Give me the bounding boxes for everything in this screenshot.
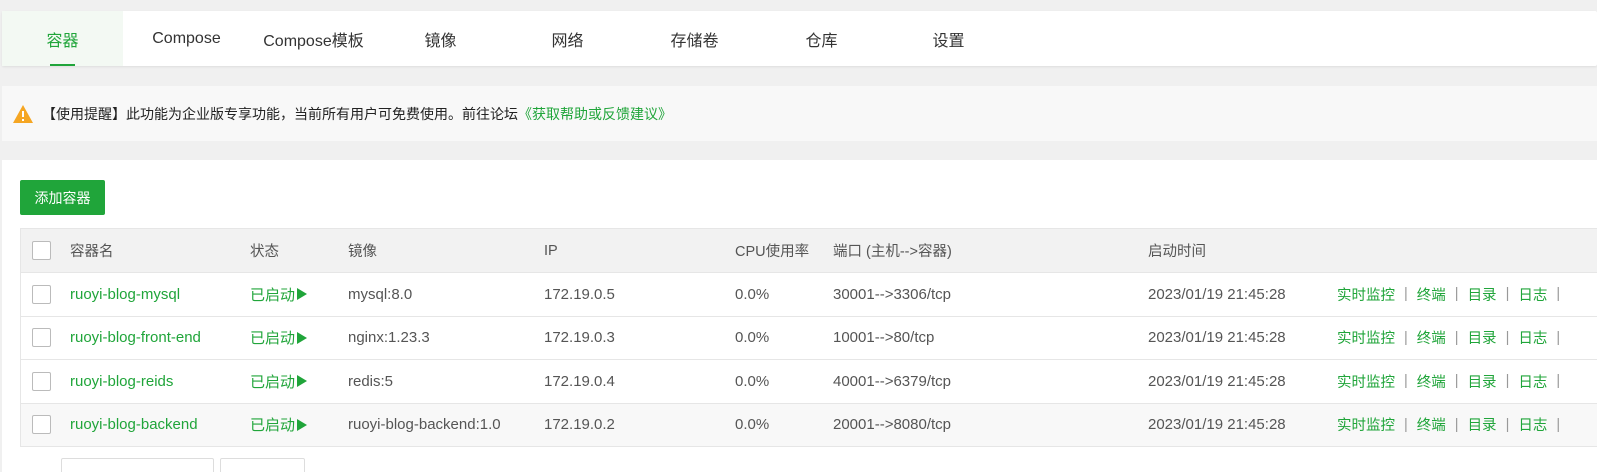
container-table: 容器名 状态 镜像 IP CPU使用率 端口 (主机-->容器) 启动时间 ru… xyxy=(20,228,1597,447)
add-container-button[interactable]: 添加容器 xyxy=(20,180,105,215)
status-text: 已启动 xyxy=(250,286,296,304)
cpu-cell: 0.0% xyxy=(735,329,770,347)
header-status: 状态 xyxy=(250,244,279,260)
tab-compose-template[interactable]: Compose模板 xyxy=(250,11,377,66)
started-cell: 2023/01/19 21:45:28 xyxy=(1148,372,1286,390)
image-cell: nginx:1.23.3 xyxy=(348,329,430,347)
monitor-link[interactable]: 实时监控 xyxy=(1337,371,1395,392)
status-text: 已启动 xyxy=(250,417,296,435)
terminal-link[interactable]: 终端 xyxy=(1417,414,1446,435)
notice-bar: 【使用提醒】此功能为企业版专享功能，当前所有用户可免费使用。前往论坛 《获取帮助… xyxy=(2,86,1597,141)
ip-cell: 172.19.0.2 xyxy=(544,416,615,434)
directory-link[interactable]: 目录 xyxy=(1468,284,1497,305)
started-cell: 2023/01/19 21:45:28 xyxy=(1148,416,1286,434)
status-running[interactable]: 已启动 xyxy=(250,273,308,316)
row-checkbox[interactable] xyxy=(32,371,51,391)
select-all-checkbox[interactable] xyxy=(32,241,51,260)
header-image: 镜像 xyxy=(348,244,377,260)
tab-network[interactable]: 网络 xyxy=(504,11,631,66)
ip-cell: 172.19.0.3 xyxy=(544,329,615,347)
terminal-link[interactable]: 终端 xyxy=(1417,371,1446,392)
ip-cell: 172.19.0.4 xyxy=(544,372,615,390)
log-link[interactable]: 日志 xyxy=(1518,371,1547,392)
status-text: 已启动 xyxy=(250,330,296,348)
container-name-link[interactable]: ruoyi-blog-reids xyxy=(70,360,173,403)
row-checkbox[interactable] xyxy=(32,284,51,304)
play-icon xyxy=(297,288,308,301)
header-ports: 端口 (主机-->容器) xyxy=(833,244,952,260)
directory-link[interactable]: 目录 xyxy=(1468,371,1497,392)
tab-settings[interactable]: 设置 xyxy=(885,11,1012,66)
header-started: 启动时间 xyxy=(1148,244,1206,260)
ports-cell: 30001-->3306/tcp xyxy=(833,285,952,303)
play-icon xyxy=(297,418,308,431)
tab-compose[interactable]: Compose xyxy=(123,11,250,66)
container-name-link[interactable]: ruoyi-blog-front-end xyxy=(70,317,201,360)
tab-bar: 容器 Compose Compose模板 镜像 网络 存储卷 仓库 设置 xyxy=(2,11,1597,66)
status-running[interactable]: 已启动 xyxy=(250,404,308,447)
tab-images[interactable]: 镜像 xyxy=(377,11,504,66)
tab-volumes[interactable]: 存储卷 xyxy=(631,11,758,66)
ip-cell: 172.19.0.5 xyxy=(544,285,615,303)
directory-link[interactable]: 目录 xyxy=(1468,327,1497,348)
header-ip: IP xyxy=(544,242,558,259)
terminal-link[interactable]: 终端 xyxy=(1417,327,1446,348)
log-link[interactable]: 日志 xyxy=(1518,414,1547,435)
log-link[interactable]: 日志 xyxy=(1518,284,1547,305)
cpu-cell: 0.0% xyxy=(735,416,770,434)
table-header: 容器名 状态 镜像 IP CPU使用率 端口 (主机-->容器) 启动时间 xyxy=(21,229,1597,273)
started-cell: 2023/01/19 21:45:28 xyxy=(1148,285,1286,303)
image-cell: mysql:8.0 xyxy=(348,285,413,303)
notice-text: 【使用提醒】此功能为企业版专享功能，当前所有用户可免费使用。前往论坛 xyxy=(42,105,518,122)
terminal-link[interactable]: 终端 xyxy=(1417,284,1446,305)
directory-link[interactable]: 目录 xyxy=(1468,414,1497,435)
warning-icon xyxy=(12,104,34,124)
header-cpu: CPU使用率 xyxy=(735,244,810,260)
ports-cell: 40001-->6379/tcp xyxy=(833,372,952,390)
row-operations: 实时监控 | 终端 | 目录 | 日志 | xyxy=(1337,317,1569,360)
ports-cell: 10001-->80/tcp xyxy=(833,329,935,347)
row-checkbox[interactable] xyxy=(32,415,51,435)
status-running[interactable]: 已启动 xyxy=(250,360,308,403)
table-row: ruoyi-blog-reids 已启动 redis:5 172.19.0.4 … xyxy=(21,360,1597,404)
ports-cell: 20001-->8080/tcp xyxy=(833,416,952,434)
monitor-link[interactable]: 实时监控 xyxy=(1337,414,1395,435)
header-name: 容器名 xyxy=(70,244,114,260)
container-panel: 添加容器 容器名 状态 镜像 IP CPU使用率 端口 (主机-->容器) 启动… xyxy=(2,160,1597,472)
table-row: ruoyi-blog-front-end 已启动 nginx:1.23.3 17… xyxy=(21,316,1597,360)
log-link[interactable]: 日志 xyxy=(1518,327,1547,348)
row-operations: 实时监控 | 终端 | 目录 | 日志 | xyxy=(1337,273,1569,316)
container-name-link[interactable]: ruoyi-blog-mysql xyxy=(70,273,180,316)
batch-action-select[interactable] xyxy=(61,458,214,472)
batch-action-button[interactable] xyxy=(220,458,305,472)
row-operations: 实时监控 | 终端 | 目录 | 日志 | xyxy=(1337,360,1569,403)
container-name-link[interactable]: ruoyi-blog-backend xyxy=(70,404,198,447)
monitor-link[interactable]: 实时监控 xyxy=(1337,327,1395,348)
image-cell: ruoyi-blog-backend:1.0 xyxy=(348,416,501,434)
cpu-cell: 0.0% xyxy=(735,372,770,390)
image-cell: redis:5 xyxy=(348,372,394,390)
forum-help-link[interactable]: 《获取帮助或反馈建议》 xyxy=(518,104,672,124)
play-icon xyxy=(297,331,308,344)
status-text: 已启动 xyxy=(250,373,296,391)
monitor-link[interactable]: 实时监控 xyxy=(1337,284,1395,305)
row-checkbox[interactable] xyxy=(32,328,51,348)
table-row: ruoyi-blog-backend 已启动 ruoyi-blog-backen… xyxy=(21,403,1597,447)
tab-registry[interactable]: 仓库 xyxy=(758,11,885,66)
status-running[interactable]: 已启动 xyxy=(250,317,308,360)
table-row: ruoyi-blog-mysql 已启动 mysql:8.0 172.19.0.… xyxy=(21,273,1597,317)
started-cell: 2023/01/19 21:45:28 xyxy=(1148,329,1286,347)
tab-containers[interactable]: 容器 xyxy=(2,11,123,66)
row-operations: 实时监控 | 终端 | 目录 | 日志 | xyxy=(1337,404,1569,447)
cpu-cell: 0.0% xyxy=(735,285,770,303)
play-icon xyxy=(297,375,308,388)
